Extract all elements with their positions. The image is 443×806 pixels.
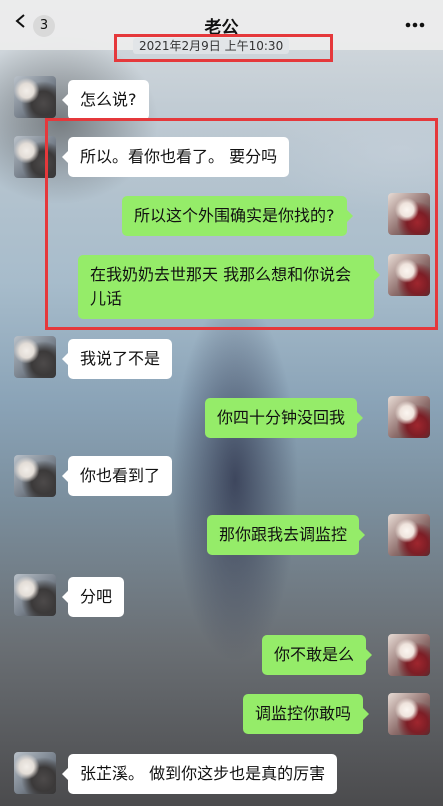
message-bubble-incoming[interactable]: 我说了不是 (61, 339, 173, 379)
contact-avatar[interactable] (14, 574, 56, 616)
highlight-box-messages (45, 118, 438, 330)
message-bubble-incoming[interactable]: 张芷溪。 做到你这步也是真的厉害 (61, 754, 338, 794)
more-dots-icon[interactable] (405, 22, 425, 28)
self-avatar[interactable] (388, 693, 430, 735)
contact-avatar[interactable] (14, 455, 56, 497)
self-avatar[interactable] (388, 514, 430, 556)
message-bubble-incoming[interactable]: 分吧 (61, 577, 125, 617)
message-bubble-outgoing[interactable]: 调监控你敢吗 (243, 694, 370, 734)
message-bubble-incoming[interactable]: 怎么说? (62, 80, 149, 120)
contact-avatar[interactable] (14, 752, 56, 794)
highlight-box-timestamp (114, 34, 333, 62)
message-bubble-outgoing[interactable]: 你不敢是么 (262, 635, 373, 675)
message-bubble-outgoing[interactable]: 你四十分钟没回我 (205, 398, 364, 438)
self-avatar[interactable] (388, 396, 430, 438)
contact-avatar[interactable] (14, 336, 56, 378)
message-bubble-incoming[interactable]: 你也看到了 (61, 456, 173, 496)
contact-avatar[interactable] (14, 76, 56, 118)
self-avatar[interactable] (388, 634, 430, 676)
message-bubble-outgoing[interactable]: 那你跟我去调监控 (207, 515, 366, 555)
